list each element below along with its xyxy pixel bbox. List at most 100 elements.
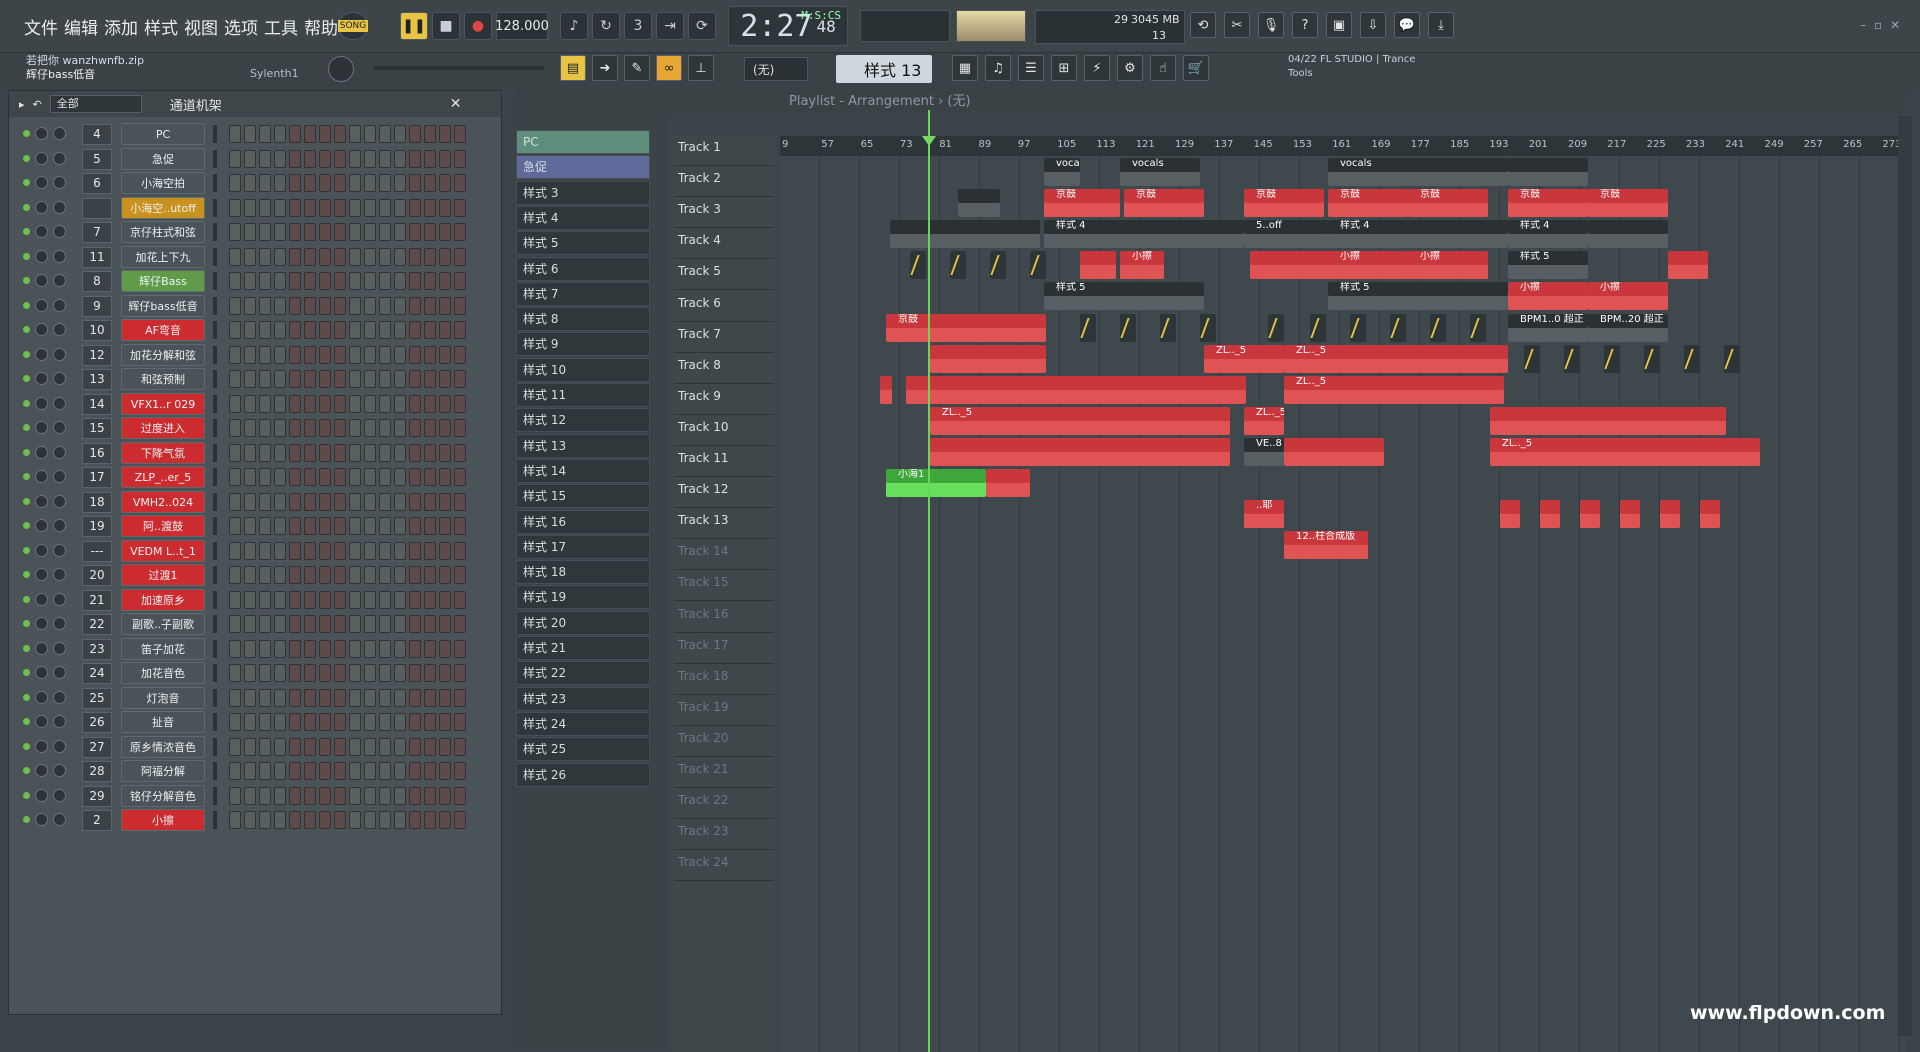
step-button[interactable]: [409, 125, 421, 143]
pan-knob[interactable]: [35, 690, 48, 704]
playlist-clip[interactable]: [1490, 406, 1726, 435]
volume-knob[interactable]: [53, 151, 66, 165]
step-button[interactable]: [394, 762, 406, 780]
step-button[interactable]: [244, 321, 256, 339]
step-button[interactable]: [259, 786, 271, 805]
step-button[interactable]: [259, 492, 271, 511]
step-button[interactable]: [229, 688, 241, 707]
channel-select-indicator[interactable]: [213, 664, 217, 682]
channel-name-button[interactable]: 灯泡音: [121, 686, 205, 709]
step-button[interactable]: [274, 321, 286, 339]
volume-knob[interactable]: [53, 470, 66, 483]
vertical-scrollbar[interactable]: [1898, 116, 1912, 1036]
channel-select-indicator[interactable]: [213, 272, 217, 290]
channel-name-button[interactable]: 笛子加花: [121, 637, 205, 660]
track-header[interactable]: Track 1: [674, 136, 774, 166]
channel-led[interactable]: [23, 669, 30, 676]
step-button[interactable]: [454, 762, 466, 780]
step-button[interactable]: [244, 762, 256, 780]
step-button[interactable]: [319, 639, 331, 658]
step-button[interactable]: [334, 737, 346, 756]
step-button[interactable]: [349, 443, 361, 462]
step-button[interactable]: [349, 370, 361, 388]
step-button[interactable]: [319, 590, 331, 609]
step-button[interactable]: [259, 296, 271, 315]
channel-name-button[interactable]: 和弦预制: [121, 368, 205, 390]
step-button[interactable]: [454, 345, 466, 364]
step-button[interactable]: [319, 541, 331, 560]
step-button[interactable]: [244, 590, 256, 609]
volume-knob[interactable]: [53, 421, 66, 434]
step-button[interactable]: [349, 492, 361, 511]
step-button[interactable]: [304, 566, 316, 584]
volume-knob[interactable]: [53, 176, 66, 189]
playlist-clip[interactable]: 京鼓: [1124, 189, 1204, 218]
step-button[interactable]: [379, 492, 391, 511]
step-button[interactable]: [334, 370, 346, 388]
step-button[interactable]: [394, 394, 406, 413]
close-icon[interactable]: ✕: [450, 96, 462, 112]
volume-knob[interactable]: [53, 249, 66, 263]
step-button[interactable]: [409, 811, 421, 829]
pan-knob[interactable]: [35, 274, 48, 287]
mixer-track-number[interactable]: 9: [82, 295, 112, 317]
step-button[interactable]: [244, 223, 256, 241]
mixer-track-number[interactable]: 14: [82, 393, 112, 415]
play-triangle-icon[interactable]: ▸: [19, 98, 25, 111]
playlist-clip[interactable]: 小擦: [1328, 251, 1408, 280]
step-button[interactable]: [229, 321, 241, 339]
step-button[interactable]: [409, 419, 421, 437]
step-button[interactable]: [289, 664, 301, 682]
step-button[interactable]: [439, 345, 451, 364]
step-button[interactable]: [439, 639, 451, 658]
step-button[interactable]: [379, 149, 391, 168]
track-header[interactable]: Track 22: [674, 789, 774, 820]
channel-name-button[interactable]: ZLP_..er_5: [121, 466, 205, 488]
pan-knob[interactable]: [35, 347, 48, 361]
step-button[interactable]: [319, 566, 331, 584]
step-button[interactable]: [424, 590, 436, 609]
step-button[interactable]: [379, 223, 391, 241]
channel-led[interactable]: [23, 424, 30, 431]
step-button[interactable]: [439, 198, 451, 217]
playlist-clip[interactable]: [1580, 500, 1600, 529]
step-button[interactable]: [259, 517, 271, 535]
channel-row[interactable]: 16 下降气氛: [15, 440, 495, 466]
step-button[interactable]: [319, 492, 331, 511]
step-button[interactable]: [229, 394, 241, 413]
volume-knob[interactable]: [53, 690, 66, 704]
step-button[interactable]: [364, 811, 376, 829]
step-edit-button[interactable]: ⇥: [656, 12, 684, 40]
channel-select-indicator[interactable]: [213, 737, 217, 756]
channel-rack-button[interactable]: ▦: [952, 55, 978, 81]
mixer-track-number[interactable]: 22: [82, 614, 112, 635]
step-button[interactable]: [334, 345, 346, 364]
cut-button[interactable]: ✂: [1224, 12, 1250, 38]
channel-row[interactable]: 6 小海空拍: [15, 170, 495, 196]
step-button[interactable]: [319, 786, 331, 805]
step-button[interactable]: [439, 468, 451, 486]
step-button[interactable]: [394, 737, 406, 756]
step-button[interactable]: [394, 713, 406, 731]
playlist-clip[interactable]: 京鼓: [1508, 189, 1588, 218]
undo-history-button[interactable]: ⟲: [1190, 12, 1216, 38]
step-button[interactable]: [349, 296, 361, 315]
channel-name-button[interactable]: 副歌..子副歌: [121, 613, 205, 635]
volume-knob[interactable]: [53, 225, 66, 238]
playlist-clip[interactable]: [1030, 251, 1046, 280]
step-button[interactable]: [409, 174, 421, 192]
step-button[interactable]: [394, 566, 406, 584]
playlist-clip[interactable]: VE..8: [1244, 437, 1284, 466]
channel-row[interactable]: 11 加花上下九: [15, 244, 495, 270]
step-button[interactable]: [229, 149, 241, 168]
playlist-clip[interactable]: [1160, 313, 1176, 342]
step-button[interactable]: [424, 737, 436, 756]
step-button[interactable]: [289, 590, 301, 609]
step-button[interactable]: [364, 590, 376, 609]
step-button[interactable]: [364, 149, 376, 168]
step-button[interactable]: [259, 394, 271, 413]
step-button[interactable]: [379, 174, 391, 192]
channel-select-indicator[interactable]: [213, 174, 217, 192]
step-button[interactable]: [379, 394, 391, 413]
step-button[interactable]: [409, 272, 421, 290]
